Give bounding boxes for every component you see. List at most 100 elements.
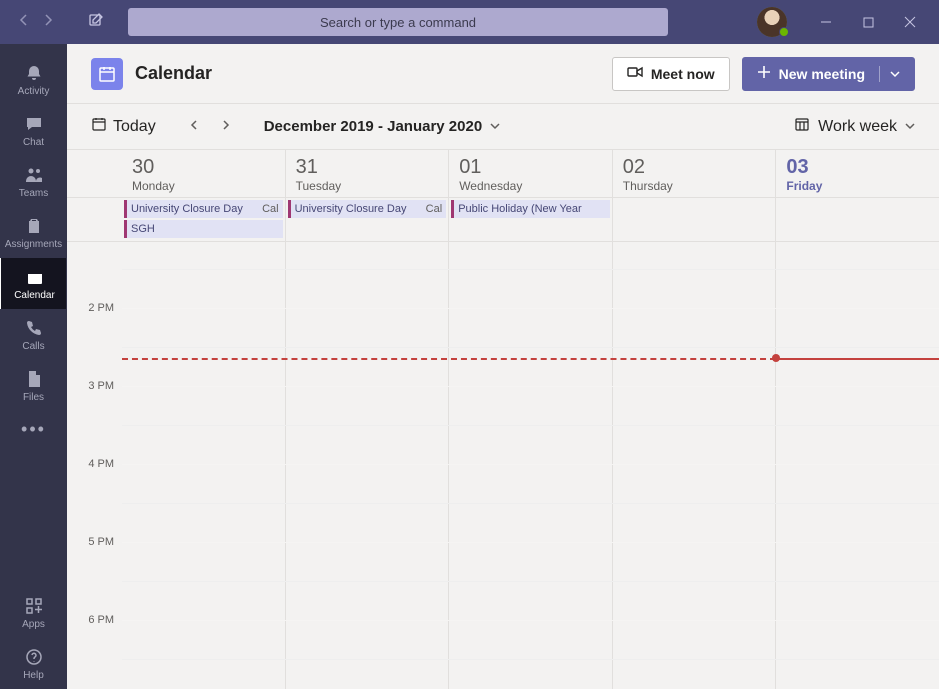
all-day-cell[interactable]: Public Holiday (New Year xyxy=(449,198,613,241)
day-number: 31 xyxy=(296,156,439,179)
window-close-button[interactable] xyxy=(889,0,931,44)
date-range-label: December 2019 - January 2020 xyxy=(264,118,482,135)
view-selector[interactable]: Work week xyxy=(794,116,915,137)
chevron-down-icon xyxy=(905,118,915,136)
time-grid[interactable]: 2 PM 3 PM 4 PM 5 PM 6 PM xyxy=(67,242,939,689)
date-range-picker[interactable]: December 2019 - January 2020 xyxy=(264,118,500,135)
button-label: Today xyxy=(113,118,156,136)
calendar-event[interactable]: University Closure DayCal xyxy=(288,200,447,218)
rail-label: Chat xyxy=(0,137,67,148)
rail-label: Activity xyxy=(0,86,67,97)
rail-item-chat[interactable]: Chat xyxy=(0,105,67,156)
day-number: 03 xyxy=(786,156,929,179)
calendar-event[interactable]: University Closure DayCal xyxy=(124,200,283,218)
chat-icon xyxy=(0,113,67,135)
rail-label: Files xyxy=(0,392,67,403)
all-day-cell[interactable]: University Closure DayCal SGH xyxy=(122,198,286,241)
calendar-event[interactable]: SGH xyxy=(124,220,283,238)
calls-icon xyxy=(0,317,67,339)
rail-item-apps[interactable]: Apps xyxy=(0,587,67,638)
rail-item-help[interactable]: Help xyxy=(0,638,67,689)
apps-icon xyxy=(0,595,67,617)
titlebar: Search or type a command xyxy=(0,0,939,44)
all-day-cell[interactable] xyxy=(776,198,939,241)
all-day-cell[interactable] xyxy=(613,198,777,241)
meet-now-button[interactable]: Meet now xyxy=(612,57,730,91)
date-nav xyxy=(180,118,240,136)
day-name: Friday xyxy=(786,179,929,193)
rail-item-calendar[interactable]: Calendar xyxy=(0,258,66,309)
current-time-dot xyxy=(772,354,780,362)
page-title: Calendar xyxy=(135,63,212,84)
rail-label: Calendar xyxy=(3,290,66,301)
prev-week-button[interactable] xyxy=(180,118,208,136)
button-label: Meet now xyxy=(651,66,715,82)
calendar-grid: 30 Monday 31 Tuesday 01 Wednesday 02 Thu… xyxy=(67,150,939,689)
time-label: 6 PM xyxy=(88,614,114,626)
time-label: 4 PM xyxy=(88,458,114,470)
assignments-icon xyxy=(0,215,67,237)
calendar-toolbar: Today December 2019 - January 2020 Work … xyxy=(67,104,939,150)
day-header[interactable]: 30 Monday xyxy=(122,150,286,197)
calendar-today-icon xyxy=(91,116,107,137)
rail-item-activity[interactable]: Activity xyxy=(0,54,67,105)
rail-label: Assignments xyxy=(0,239,67,250)
day-number: 30 xyxy=(132,156,275,179)
day-number: 01 xyxy=(459,156,602,179)
video-icon xyxy=(627,64,643,83)
day-name: Monday xyxy=(132,179,275,193)
plus-icon xyxy=(757,65,771,82)
history-nav xyxy=(8,12,64,33)
today-button[interactable]: Today xyxy=(91,116,156,137)
calendar-view-icon xyxy=(794,116,810,137)
day-header[interactable]: 02 Thursday xyxy=(613,150,777,197)
time-label: 3 PM xyxy=(88,380,114,392)
button-label: New meeting xyxy=(779,66,865,82)
time-gutter: 2 PM 3 PM 4 PM 5 PM 6 PM xyxy=(67,242,122,689)
chevron-down-icon xyxy=(490,118,500,135)
rail-item-teams[interactable]: Teams xyxy=(0,156,67,207)
rail-item-assignments[interactable]: Assignments xyxy=(0,207,67,258)
day-header-today[interactable]: 03 Friday xyxy=(776,150,939,197)
current-time-line xyxy=(122,358,776,360)
search-input[interactable]: Search or type a command xyxy=(128,8,668,36)
forward-button[interactable] xyxy=(40,12,56,33)
new-meeting-button[interactable]: New meeting xyxy=(742,57,915,91)
view-label: Work week xyxy=(818,118,897,136)
current-time-line-today xyxy=(776,358,939,360)
rail-more-button[interactable]: ••• xyxy=(0,411,67,448)
calendar-event[interactable]: Public Holiday (New Year xyxy=(451,200,610,218)
chevron-down-icon[interactable] xyxy=(879,66,900,82)
search-placeholder: Search or type a command xyxy=(320,15,476,30)
rail-label: Help xyxy=(0,670,67,681)
day-name: Thursday xyxy=(623,179,766,193)
time-label: 5 PM xyxy=(88,536,114,548)
time-label: 2 PM xyxy=(88,302,114,314)
presence-indicator xyxy=(779,27,789,37)
window-minimize-button[interactable] xyxy=(805,0,847,44)
bell-icon xyxy=(0,62,67,84)
app-rail: Activity Chat Teams Assignments Calendar… xyxy=(0,44,67,689)
day-header[interactable]: 31 Tuesday xyxy=(286,150,450,197)
back-button[interactable] xyxy=(16,12,32,33)
all-day-row: University Closure DayCal SGH University… xyxy=(67,198,939,242)
day-number: 02 xyxy=(623,156,766,179)
help-icon xyxy=(0,646,67,668)
rail-label: Calls xyxy=(0,341,67,352)
files-icon xyxy=(0,368,67,390)
next-week-button[interactable] xyxy=(212,118,240,136)
day-name: Wednesday xyxy=(459,179,602,193)
rail-item-files[interactable]: Files xyxy=(0,360,67,411)
calendar-header: Calendar Meet now New meeting xyxy=(67,44,939,104)
rail-item-calls[interactable]: Calls xyxy=(0,309,67,360)
window-maximize-button[interactable] xyxy=(847,0,889,44)
teams-icon xyxy=(0,164,67,186)
all-day-cell[interactable]: University Closure DayCal xyxy=(286,198,450,241)
calendar-app-icon xyxy=(91,58,123,90)
compose-button[interactable] xyxy=(88,12,104,33)
day-name: Tuesday xyxy=(296,179,439,193)
rail-label: Teams xyxy=(0,188,67,199)
day-header[interactable]: 01 Wednesday xyxy=(449,150,613,197)
day-headers: 30 Monday 31 Tuesday 01 Wednesday 02 Thu… xyxy=(67,150,939,198)
calendar-pane: Calendar Meet now New meeting Today xyxy=(67,44,939,689)
